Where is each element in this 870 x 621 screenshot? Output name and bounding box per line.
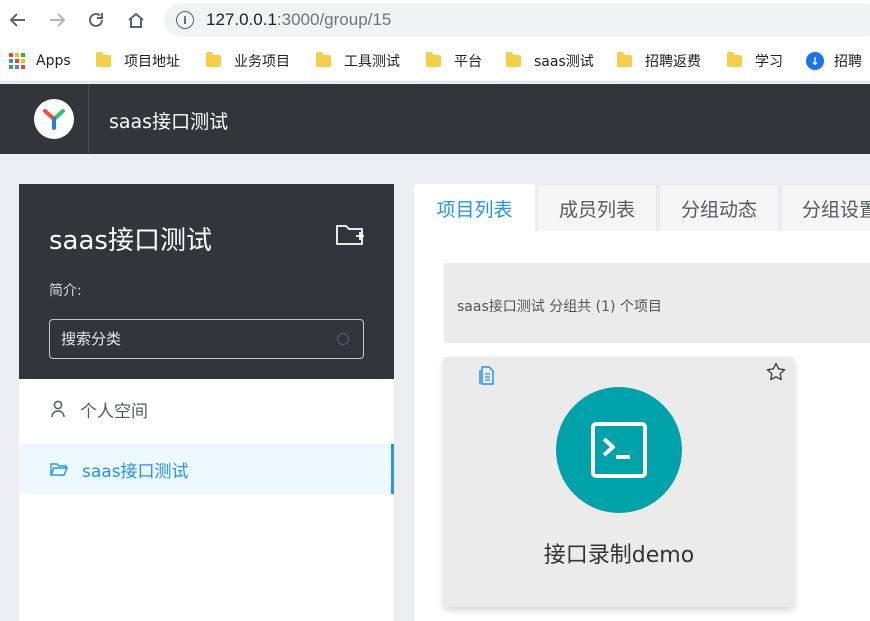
folder-icon [316,52,331,67]
url-text: 127.0.0.1:3000/group/15 [206,10,392,29]
project-name[interactable]: 接口录制demo [444,537,794,569]
user-icon [50,400,66,418]
search-field[interactable] [49,319,364,359]
sidebar-item-saas-group[interactable]: saas接口测试 [19,444,394,494]
folder-icon [727,52,742,67]
folder-icon [96,52,111,67]
tab-member-list[interactable]: 成员列表 [537,184,657,232]
bookmark-item[interactable]: 平台 [426,50,482,72]
bookmark-item[interactable]: 工具测试 [316,50,400,72]
bookmarks-bar: Apps 项目地址 业务项目 工具测试 平台 saas测试 招聘返费 学习 ↓ 招… [0,40,870,82]
sidebar-item-label: saas接口测试 [82,461,189,482]
reload-icon[interactable] [82,6,110,34]
browser-toolbar: i 127.0.0.1:3000/group/15 [0,0,870,40]
bookmark-item[interactable]: 招聘返费 [617,50,701,72]
home-icon[interactable] [122,6,150,34]
folder-icon [506,52,521,67]
back-icon[interactable] [4,6,32,34]
group-sidebar: saas接口测试 简介: 个人空间 saas接口测试 [19,184,394,621]
app-header: saas接口测试 [0,84,870,154]
tab-group-activity[interactable]: 分组动态 [659,184,779,232]
folder-icon [617,52,632,67]
site-icon: ↓ [806,52,824,70]
project-card[interactable]: 接口录制demo [444,357,794,607]
project-logo[interactable] [556,387,682,513]
tab-project-list[interactable]: 项目列表 [414,184,535,232]
header-title: saas接口测试 [109,111,229,133]
folder-icon [206,52,221,67]
apps-grid-icon [9,53,25,69]
bookmark-item[interactable]: saas测试 [506,50,594,72]
tab-group-settings[interactable]: 分组设置 [781,184,870,232]
star-icon[interactable] [766,362,786,386]
search-input[interactable] [50,320,363,358]
bookmark-apps[interactable]: Apps [9,50,71,72]
project-count-text: saas接口测试 分组共 (1) 个项目 [457,299,662,315]
yapi-logo-icon [34,99,74,139]
group-header: saas接口测试 简介: [19,184,394,379]
bookmark-item[interactable]: 业务项目 [206,50,290,72]
terminal-icon [591,422,647,478]
copy-icon[interactable] [479,366,494,389]
bookmark-item[interactable]: 项目地址 [96,50,180,72]
info-icon[interactable]: i [176,11,194,29]
group-name: saas接口测试 [49,226,212,256]
bookmark-item[interactable]: 学习 [727,50,783,72]
logo-link[interactable] [20,84,89,154]
search-icon[interactable] [337,333,349,345]
forward-icon[interactable] [43,6,71,34]
bookmark-item[interactable]: ↓ 招聘 [806,50,862,72]
sidebar-item-personal-space[interactable]: 个人空间 [19,384,394,434]
group-description-label: 简介: [49,283,82,299]
address-bar[interactable]: i 127.0.0.1:3000/group/15 [164,3,870,37]
sidebar-item-label: 个人空间 [80,401,148,422]
folder-open-icon [50,462,68,477]
project-count-bar: saas接口测试 分组共 (1) 个项目 [444,263,870,343]
add-group-icon[interactable] [335,222,367,248]
folder-icon [426,52,441,67]
